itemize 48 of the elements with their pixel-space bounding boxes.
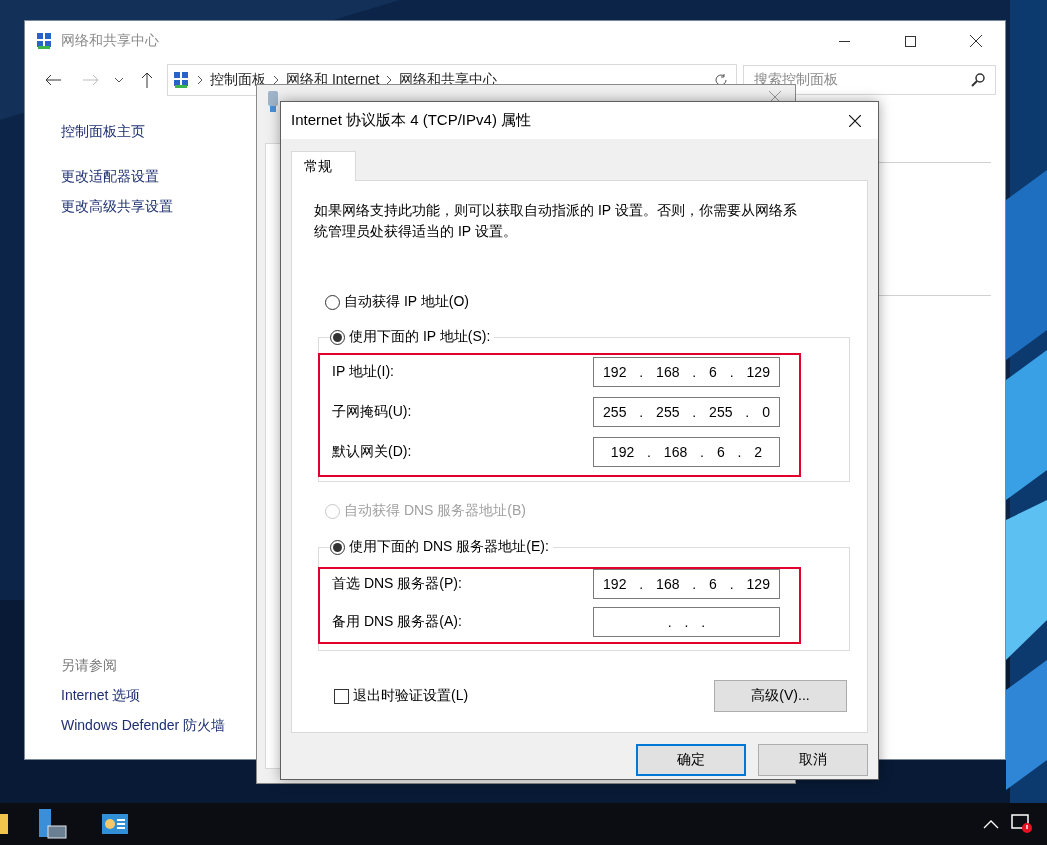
back-arrow-icon xyxy=(45,74,61,86)
radio-label: 自动获得 DNS 服务器地址(B) xyxy=(344,502,526,520)
sidebar-link[interactable]: Internet 选项 xyxy=(61,685,141,705)
radio-label: 使用下面的 DNS 服务器地址(E): xyxy=(349,538,549,556)
minimize-icon xyxy=(838,40,850,42)
radio-label: 自动获得 IP 地址(O) xyxy=(344,293,469,311)
field-label: 子网掩码(U): xyxy=(332,403,412,421)
checkbox-label: 退出时验证设置(L) xyxy=(353,687,469,705)
chevron-down-icon xyxy=(114,77,124,83)
network-alert-icon[interactable] xyxy=(1011,814,1033,834)
server-icon[interactable] xyxy=(38,809,68,839)
maximize-icon xyxy=(904,35,916,47)
forward-arrow-icon xyxy=(83,74,99,86)
network-adapter-icon xyxy=(267,91,279,113)
ip-address-field[interactable]: . . . xyxy=(593,607,780,637)
network-icon xyxy=(35,32,53,50)
sidebar-link[interactable]: Windows Defender 防火墙 xyxy=(61,715,226,735)
field-label: IP 地址(I): xyxy=(332,363,394,381)
field-label: 首选 DNS 服务器(P): xyxy=(332,575,462,593)
ip-address-field[interactable]: 192 . 168 . 6 . 129 xyxy=(593,357,780,387)
field-label: 备用 DNS 服务器(A): xyxy=(332,613,462,631)
chevron-icon xyxy=(196,75,204,85)
tab[interactable]: 常规 xyxy=(291,151,356,181)
sidebar-link[interactable]: 更改高级共享设置 xyxy=(61,196,173,216)
close-icon xyxy=(849,114,861,127)
refresh-icon xyxy=(714,73,728,87)
ip-address-field[interactable]: 192 . 168 . 6 . 2 xyxy=(593,437,780,467)
ip-address-field[interactable]: 255 . 255 . 255 . 0 xyxy=(593,397,780,427)
up-arrow-icon xyxy=(141,72,153,88)
control-panel-icon[interactable] xyxy=(101,813,129,835)
advanced-button[interactable]: 高级(V)... xyxy=(714,680,847,712)
radio-label: 使用下面的 IP 地址(S): xyxy=(349,328,491,346)
sidebar-link[interactable]: 控制面板主页 xyxy=(61,121,145,141)
window-title: 网络和共享中心 xyxy=(61,32,160,50)
section-heading: 另请参阅 xyxy=(61,656,117,675)
checkbox[interactable] xyxy=(334,688,349,704)
field-label: 默认网关(D): xyxy=(332,443,412,461)
search-icon xyxy=(971,73,985,87)
close-icon xyxy=(970,35,982,47)
chevron-up-icon[interactable] xyxy=(983,819,999,829)
ip-address-field[interactable]: 192 . 168 . 6 . 129 xyxy=(593,569,780,599)
sidebar-link[interactable]: 更改适配器设置 xyxy=(61,166,159,186)
dialog-button[interactable]: 确定 xyxy=(636,744,746,776)
dialog-title: Internet 协议版本 4 (TCP/IPv4) 属性 xyxy=(291,111,532,130)
folder-icon[interactable] xyxy=(0,812,8,836)
dialog-button[interactable]: 取消 xyxy=(758,744,868,776)
description-text: 如果网络支持此功能，则可以获取自动指派的 IP 设置。否则，你需要从网络系统管理员处获得适当的 IP 设置。 xyxy=(314,201,798,241)
network-icon xyxy=(172,71,190,89)
